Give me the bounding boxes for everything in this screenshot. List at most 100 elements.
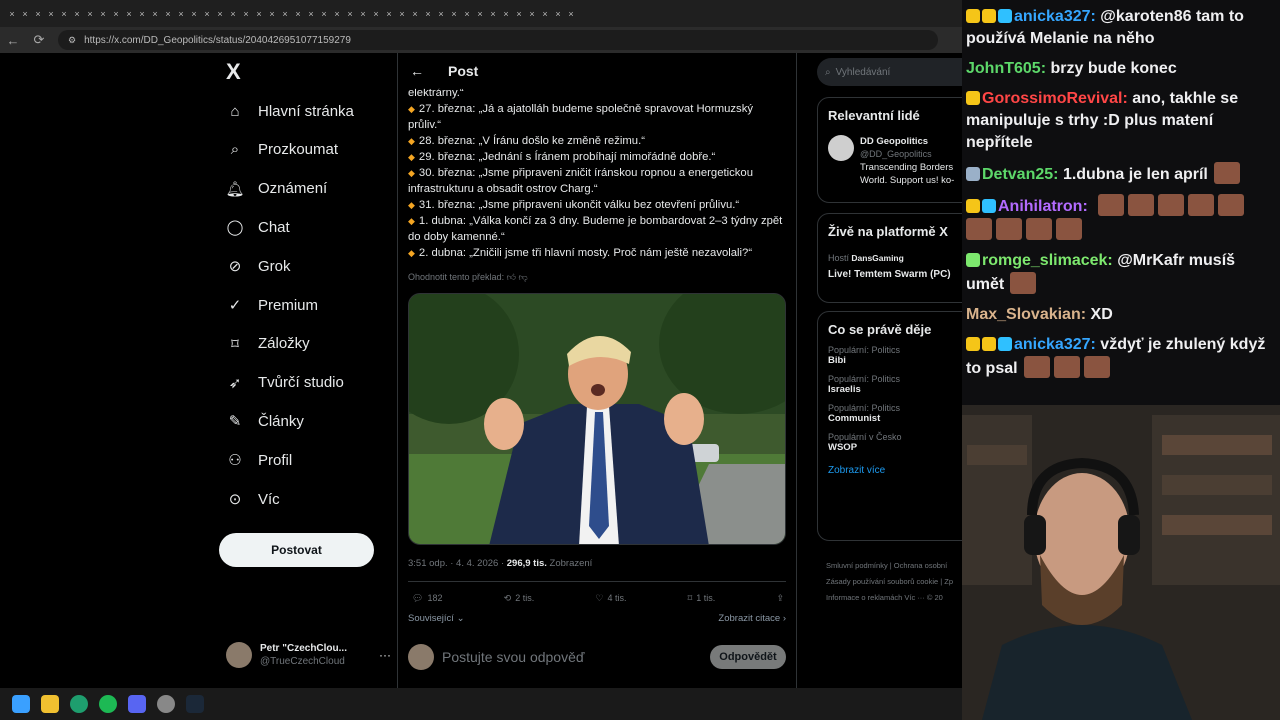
- browser-tab[interactable]: ×: [279, 8, 291, 20]
- trend-item[interactable]: Populární: Politics Communist: [828, 403, 962, 424]
- browser-tab[interactable]: ×: [370, 8, 382, 20]
- nav-item[interactable]: ⌑ Záložky: [226, 332, 310, 356]
- browser-tab[interactable]: ×: [32, 8, 44, 20]
- browser-tab[interactable]: ×: [422, 8, 434, 20]
- live-stream-title[interactable]: Live! Temtem Swarm (PC): [828, 269, 962, 280]
- nav-item[interactable]: ⚇ Profil: [226, 448, 292, 472]
- browser-tab[interactable]: ×: [396, 8, 408, 20]
- steam-icon[interactable]: [186, 695, 204, 713]
- reply-action[interactable]: 💬︎ 182: [412, 593, 442, 604]
- reply-input[interactable]: Postujte svou odpověď: [442, 649, 584, 665]
- browser-tab[interactable]: ×: [435, 8, 447, 20]
- more-dots-icon[interactable]: ···: [379, 648, 391, 662]
- post-button[interactable]: Postovat: [219, 533, 374, 567]
- post-time[interactable]: 3:51 odp. · 4. 4. 2026 ·: [408, 558, 507, 569]
- thumbs-up-icon[interactable]: 👍︎: [507, 272, 516, 282]
- browser-tab[interactable]: ×: [19, 8, 31, 20]
- browser-tab[interactable]: ×: [84, 8, 96, 20]
- relevant-person[interactable]: DD Geopolitics @DD_Geopolitics Transcend…: [828, 135, 962, 187]
- browser-tab[interactable]: ×: [227, 8, 239, 20]
- chat-username[interactable]: Anihilatron: [998, 198, 1082, 215]
- browser-tab[interactable]: ×: [318, 8, 330, 20]
- browser-tab[interactable]: ×: [253, 8, 265, 20]
- browser-tab[interactable]: ×: [357, 8, 369, 20]
- footer-link[interactable]: Zásady používání souborů cookie | Zp: [826, 577, 953, 586]
- discord-icon[interactable]: [128, 695, 146, 713]
- post-image[interactable]: [408, 293, 786, 545]
- nav-item[interactable]: ⌕ Prozkoumat: [226, 138, 338, 162]
- browser-tab[interactable]: ×: [71, 8, 83, 20]
- nav-item[interactable]: ◯ Chat: [226, 215, 290, 239]
- nav-item[interactable]: ⊘ Grok: [226, 254, 291, 278]
- browser-tab[interactable]: ×: [201, 8, 213, 20]
- obs-icon[interactable]: [157, 695, 175, 713]
- browser-tab[interactable]: ×: [149, 8, 161, 20]
- browser-tab[interactable]: ×: [162, 8, 174, 20]
- browser-tab[interactable]: ×: [240, 8, 252, 20]
- trend-item[interactable]: Populární: Politics Israelis: [828, 374, 962, 395]
- browser-tab[interactable]: ×: [513, 8, 525, 20]
- nav-item[interactable]: ⊙ Víc: [226, 487, 280, 511]
- browser-tab[interactable]: ×: [500, 8, 512, 20]
- repost-action[interactable]: ⟲ 2 tis.: [504, 593, 535, 604]
- footer-link[interactable]: Smluvní podmínky | Ochrana osobní: [826, 561, 947, 570]
- nav-item[interactable]: 🔔︎ Oznámení: [225, 177, 327, 201]
- browser-tab[interactable]: ×: [474, 8, 486, 20]
- browser-tab[interactable]: ×: [123, 8, 135, 20]
- browser-tab[interactable]: ×: [175, 8, 187, 20]
- nav-item[interactable]: ➶ Tvůrčí studio: [226, 371, 344, 395]
- back-arrow-icon[interactable]: ←: [410, 63, 424, 79]
- browser-tab[interactable]: ×: [461, 8, 473, 20]
- edge-icon[interactable]: [70, 695, 88, 713]
- browser-tab[interactable]: ×: [6, 8, 18, 20]
- rate-translation[interactable]: Ohodnotit tento překlad: 👍︎ 👎︎: [408, 272, 528, 283]
- browser-tab[interactable]: ×: [344, 8, 356, 20]
- reply-button[interactable]: Odpovědět: [710, 645, 786, 669]
- chat-username[interactable]: JohnT605: [966, 60, 1041, 77]
- browser-tab[interactable]: ×: [305, 8, 317, 20]
- thumbs-down-icon[interactable]: 👎︎: [519, 272, 528, 282]
- nav-item[interactable]: ✓ Premium: [226, 293, 318, 317]
- chat-username[interactable]: anicka327: [1014, 336, 1091, 353]
- chat-username[interactable]: romge_slimacek: [982, 252, 1107, 269]
- search-input[interactable]: ⌕ Vyhledávání: [817, 58, 962, 86]
- site-info-icon[interactable]: ⚙: [68, 35, 76, 46]
- chat-username[interactable]: GorossimoRevival: [982, 90, 1123, 107]
- nav-item[interactable]: ⌂ Hlavní stránka: [226, 99, 353, 123]
- bookmark-action[interactable]: ⌑ 1 tis.: [688, 593, 716, 604]
- footer-link[interactable]: Informace o reklamách Víc ··· © 20: [826, 593, 943, 602]
- browser-tab[interactable]: ×: [331, 8, 343, 20]
- file-explorer-icon[interactable]: [41, 695, 59, 713]
- like-action[interactable]: ♡ 4 tis.: [595, 593, 626, 604]
- browser-tab[interactable]: ×: [188, 8, 200, 20]
- url-field[interactable]: ⚙ https://x.com/DD_Geopolitics/status/20…: [58, 30, 938, 50]
- browser-tab[interactable]: ×: [214, 8, 226, 20]
- quotes-link[interactable]: Zobrazit citace ›: [718, 613, 786, 624]
- browser-tab[interactable]: ×: [565, 8, 577, 20]
- share-action[interactable]: ⇪: [776, 593, 784, 604]
- chat-username[interactable]: Detvan25: [982, 166, 1053, 183]
- reload-icon[interactable]: ⟳: [26, 32, 52, 48]
- trend-item[interactable]: Populární: Politics Bibi: [828, 345, 962, 366]
- trend-item[interactable]: Populární v Česko WSOP: [828, 432, 962, 453]
- live-host[interactable]: Hostí DansGaming: [828, 253, 962, 263]
- browser-tab[interactable]: ×: [383, 8, 395, 20]
- spotify-icon[interactable]: [99, 695, 117, 713]
- chat-username[interactable]: Max_Slovakian: [966, 306, 1081, 323]
- browser-tab[interactable]: ×: [448, 8, 460, 20]
- browser-tab[interactable]: ×: [409, 8, 421, 20]
- account-switcher[interactable]: Petr "CzechClou... @TrueCzechCloud ···: [226, 640, 391, 670]
- back-arrow-icon[interactable]: ←: [0, 33, 26, 48]
- browser-tab[interactable]: ×: [539, 8, 551, 20]
- browser-tab[interactable]: ×: [487, 8, 499, 20]
- related-dropdown[interactable]: Související ⌄: [408, 613, 465, 624]
- chat-username[interactable]: anicka327: [1014, 8, 1091, 25]
- browser-tab[interactable]: ×: [110, 8, 122, 20]
- browser-tab[interactable]: ×: [292, 8, 304, 20]
- browser-tab[interactable]: ×: [136, 8, 148, 20]
- browser-tab[interactable]: ×: [552, 8, 564, 20]
- nav-item[interactable]: ✎ Články: [226, 409, 304, 433]
- browser-tab[interactable]: ×: [266, 8, 278, 20]
- browser-tab[interactable]: ×: [526, 8, 538, 20]
- browser-tab[interactable]: ×: [58, 8, 70, 20]
